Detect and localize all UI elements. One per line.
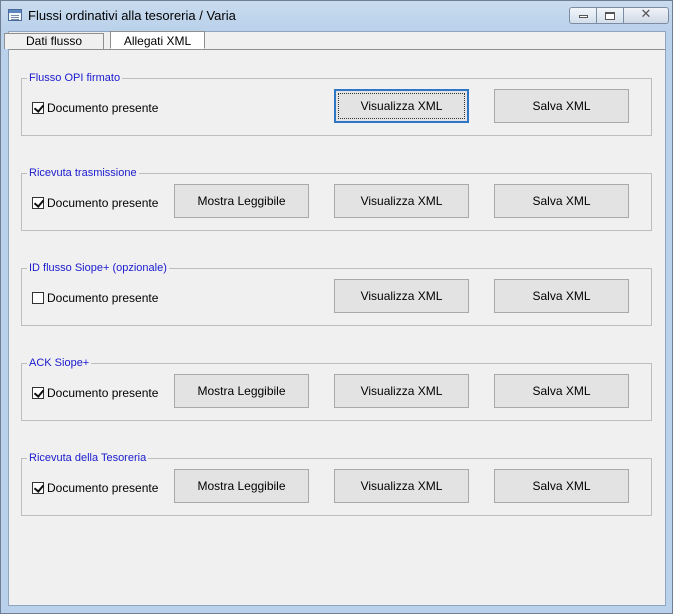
salva-xml-button[interactable]: Salva XML — [494, 374, 629, 408]
group-id-flusso-siope: ID flusso Siope+ (opzionale) Documento p… — [21, 261, 652, 326]
checkbox-label: Documento presente — [47, 291, 159, 305]
visualizza-xml-button[interactable]: Visualizza XML — [334, 279, 469, 313]
tab-strip: Dati flusso Allegati XML — [4, 31, 665, 50]
maximize-icon — [605, 12, 615, 20]
checkbox-label: Documento presente — [47, 196, 159, 210]
documento-presente-checkbox[interactable]: Documento presente — [32, 196, 158, 210]
salva-xml-button[interactable]: Salva XML — [494, 89, 629, 123]
group-legend: Ricevuta della Tesoreria — [27, 451, 149, 465]
mostra-leggibile-button[interactable]: Mostra Leggibile — [174, 469, 309, 503]
form-icon[interactable] — [8, 9, 22, 21]
checkbox-box[interactable] — [32, 197, 44, 209]
group-legend: Flusso OPI firmato — [27, 71, 123, 85]
salva-xml-button[interactable]: Salva XML — [494, 469, 629, 503]
checkbox-box[interactable] — [32, 292, 44, 304]
app-window: Flussi ordinativi alla tesoreria / Varia… — [0, 0, 673, 614]
tab-allegati-xml[interactable]: Allegati XML — [110, 31, 205, 49]
mostra-leggibile-button[interactable]: Mostra Leggibile — [174, 374, 309, 408]
salva-xml-button[interactable]: Salva XML — [494, 279, 629, 313]
close-icon: ✕ — [640, 7, 652, 22]
group-ricevuta-tesoreria: Ricevuta della Tesoreria Documento prese… — [21, 451, 652, 516]
checkbox-box[interactable] — [32, 387, 44, 399]
visualizza-xml-button[interactable]: Visualizza XML — [334, 184, 469, 218]
documento-presente-checkbox[interactable]: Documento presente — [32, 101, 158, 115]
checkbox-label: Documento presente — [47, 386, 159, 400]
group-ack-siope: ACK Siope+ Documento presente Mostra Leg… — [21, 356, 652, 421]
salva-xml-button[interactable]: Salva XML — [494, 184, 629, 218]
visualizza-xml-button[interactable]: Visualizza XML — [334, 89, 469, 123]
title-bar[interactable]: Flussi ordinativi alla tesoreria / Varia… — [1, 1, 672, 31]
group-ricevuta-trasmissione: Ricevuta trasmissione Documento presente… — [21, 166, 652, 231]
checkbox-label: Documento presente — [47, 101, 159, 115]
visualizza-xml-button[interactable]: Visualizza XML — [334, 469, 469, 503]
documento-presente-checkbox[interactable]: Documento presente — [32, 481, 158, 495]
mostra-leggibile-button[interactable]: Mostra Leggibile — [174, 184, 309, 218]
group-flusso-opi-firmato: Flusso OPI firmato Documento presente Vi… — [21, 71, 652, 136]
group-legend: ACK Siope+ — [27, 356, 92, 370]
visualizza-xml-button[interactable]: Visualizza XML — [334, 374, 469, 408]
group-legend: Ricevuta trasmissione — [27, 166, 139, 180]
window-controls: ✕ — [569, 7, 669, 24]
group-legend: ID flusso Siope+ (opzionale) — [27, 261, 169, 275]
window-title: Flussi ordinativi alla tesoreria / Varia — [28, 8, 236, 23]
checkbox-label: Documento presente — [47, 481, 159, 495]
minimize-icon — [579, 15, 588, 18]
minimize-button[interactable] — [569, 7, 597, 24]
maximize-button[interactable] — [597, 7, 624, 24]
tab-dati-flusso[interactable]: Dati flusso — [4, 33, 104, 49]
checkbox-box[interactable] — [32, 482, 44, 494]
client-area: Dati flusso Allegati XML Flusso OPI firm… — [4, 31, 666, 606]
checkbox-box[interactable] — [32, 102, 44, 114]
documento-presente-checkbox[interactable]: Documento presente — [32, 291, 158, 305]
documento-presente-checkbox[interactable]: Documento presente — [32, 386, 158, 400]
tab-divider — [9, 49, 665, 50]
close-button[interactable]: ✕ — [624, 7, 669, 24]
